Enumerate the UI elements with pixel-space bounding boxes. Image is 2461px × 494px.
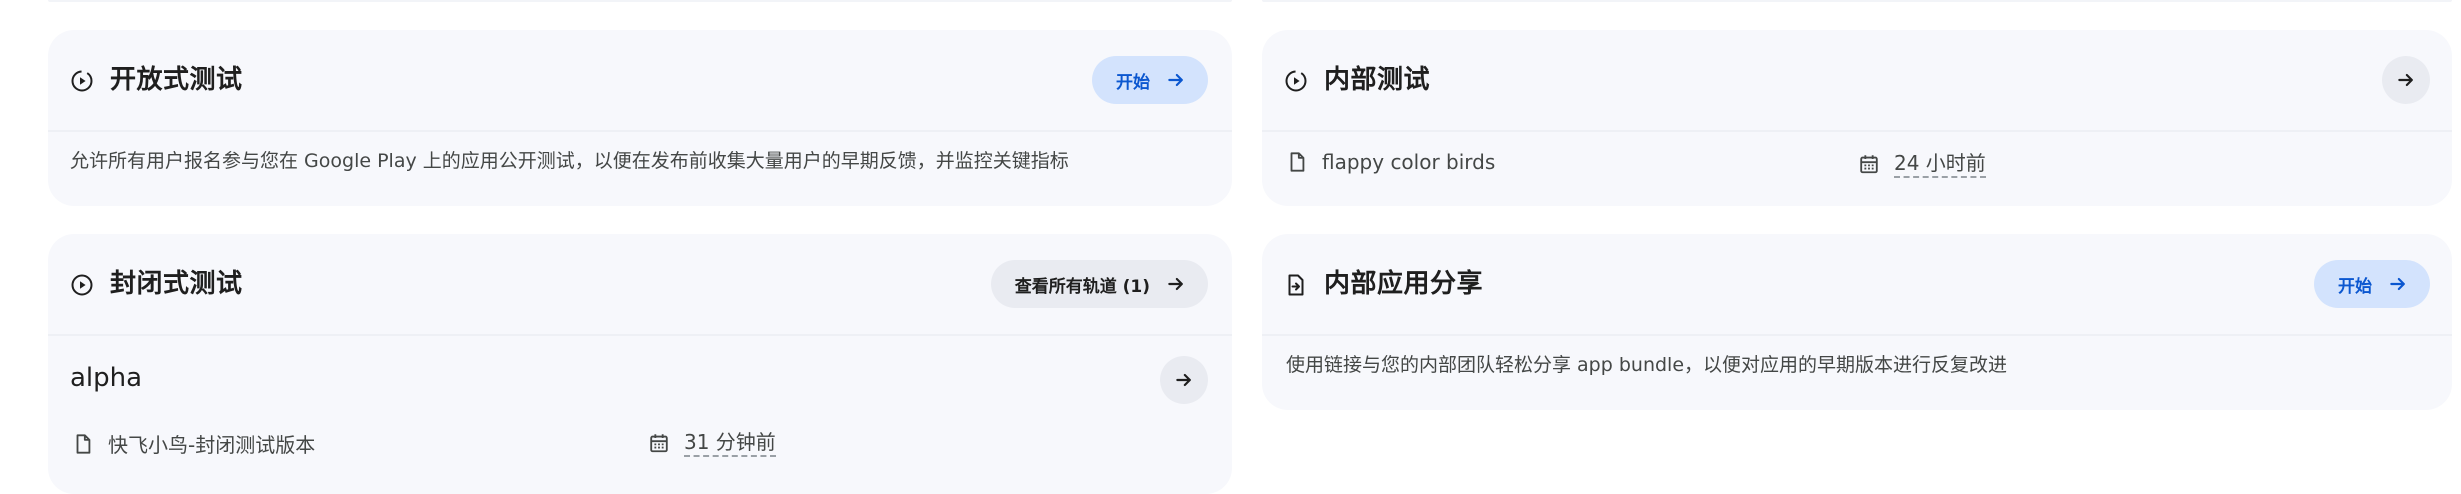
start-button-label: 开始: [2338, 276, 2372, 297]
track-file: 快飞小鸟-封闭测试版本: [72, 429, 315, 458]
time-ago[interactable]: 24 小时前: [1894, 150, 1986, 178]
internal-app-sharing-card: 内部应用分享 开始 使用链接与您的内部团队轻松分享 app bundle，以便对…: [1262, 234, 2452, 410]
card-header: 内部测试: [1262, 30, 2452, 132]
start-button[interactable]: 开始: [2314, 260, 2430, 308]
card-top-edge-right: [1262, 0, 2452, 2]
card-title: 内部测试: [1324, 65, 1431, 95]
card-description: 使用链接与您的内部团队轻松分享 app bundle，以便对应用的早期版本进行反…: [1286, 354, 2008, 376]
card-header: 封闭式测试 查看所有轨道 (1): [48, 234, 1232, 336]
open-track-button[interactable]: [1160, 356, 1208, 404]
calendar-icon: [650, 434, 668, 453]
arrow-right-icon: [1168, 277, 1183, 291]
share-file-icon: [1288, 274, 1304, 296]
card-header: 内部应用分享 开始: [1262, 234, 2452, 336]
file-icon: [76, 433, 91, 454]
arrow-right-icon: [2390, 277, 2405, 291]
track-name: alpha: [70, 363, 143, 393]
arrow-right-icon: [1176, 373, 1191, 387]
card-description: 允许所有用户报名参与您在 Google Play 上的应用公开测试，以便在发布前…: [70, 150, 1069, 172]
release-time: 24 小时前: [1858, 150, 1986, 178]
card-top-edge-left: [48, 0, 1232, 2]
file-icon: [1290, 152, 1305, 172]
open-internal-testing-button[interactable]: [2382, 56, 2430, 104]
start-button[interactable]: 开始: [1092, 56, 1208, 104]
arrow-right-icon: [1168, 73, 1183, 87]
track-time: 31 分钟前: [648, 429, 776, 457]
play-circle-icon: [71, 274, 93, 296]
open-testing-card: 开放式测试 开始 允许所有用户报名参与您在 Google Play 上的应用公开…: [48, 30, 1232, 206]
play-circle-icon: [1285, 70, 1307, 92]
view-all-tracks-button[interactable]: 查看所有轨道 (1): [990, 260, 1208, 308]
play-circle-icon: [71, 70, 93, 92]
view-all-tracks-label: 查看所有轨道 (1): [1014, 276, 1150, 297]
start-button-label: 开始: [1116, 72, 1150, 93]
calendar-icon: [1860, 155, 1878, 174]
arrow-right-icon: [2398, 73, 2413, 87]
card-title: 开放式测试: [110, 65, 243, 95]
file-name: 快飞小鸟-封闭测试版本: [108, 433, 316, 457]
file-name: flappy color birds: [1322, 150, 1496, 174]
internal-testing-card: 内部测试 flappy color birds 24 小时前: [1262, 30, 2452, 206]
card-title: 封闭式测试: [110, 269, 243, 299]
time-ago[interactable]: 31 分钟前: [684, 429, 776, 457]
release-file: flappy color birds: [1286, 150, 1495, 174]
card-header: 开放式测试 开始: [48, 30, 1232, 132]
card-title: 内部应用分享: [1324, 269, 1484, 299]
